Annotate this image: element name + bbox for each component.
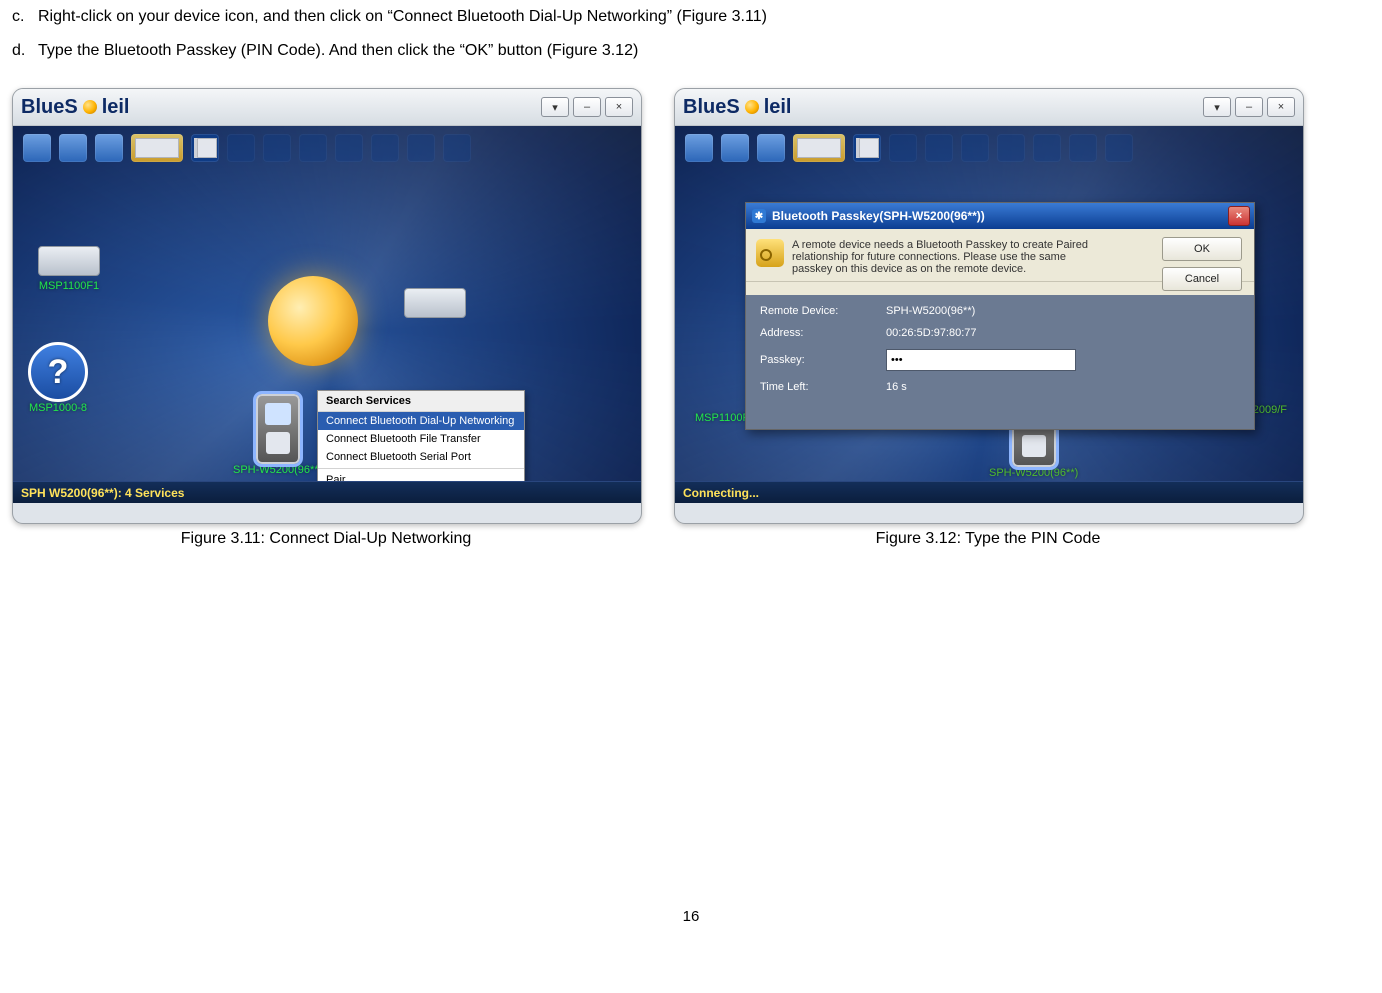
brand-text-pre: BlueS: [683, 96, 740, 119]
remote-device-msp-b[interactable]: ? MSP1000-8: [28, 342, 88, 414]
status-text: SPH W5200(96**): 4 Services: [21, 486, 184, 500]
brand-text-pre: BlueS: [21, 96, 78, 119]
remote-device-router[interactable]: [404, 288, 466, 322]
app-body: MSP1100F8 From-MSP_2009/F SPH-W5200(96**…: [675, 126, 1303, 503]
service-icon-12[interactable]: [1105, 134, 1133, 162]
local-device-sun[interactable]: [268, 276, 358, 366]
app-brand: BlueS leil: [21, 96, 129, 119]
service-icon-folder[interactable]: [131, 134, 183, 162]
service-icon-12[interactable]: [443, 134, 471, 162]
device-box-icon: [38, 246, 100, 276]
passkey-input[interactable]: [886, 349, 1076, 371]
remote-device-phone[interactable]: SPH-W5200(96**): [233, 394, 322, 476]
context-menu-header: Search Services: [318, 391, 524, 412]
ok-button[interactable]: OK: [1162, 237, 1242, 261]
service-icon-6[interactable]: [227, 134, 255, 162]
device-label: MSP1000-8: [29, 402, 87, 414]
title-bar: BlueS leil ▾ – ×: [675, 89, 1303, 126]
label-passkey: Passkey:: [760, 354, 860, 366]
window-close-button[interactable]: ×: [605, 97, 633, 117]
value-remote-device: SPH-W5200(96**): [886, 305, 975, 317]
brand-text-post: leil: [764, 96, 792, 119]
instruction-d-text: Type the Bluetooth Passkey (PIN Code). A…: [38, 42, 638, 60]
dialog-message-text: A remote device needs a Bluetooth Passke…: [792, 239, 1092, 275]
phone-icon: [256, 394, 300, 464]
passkey-dialog: ✱ Bluetooth Passkey(SPH-W5200(96**)) × A…: [745, 202, 1255, 430]
service-icon-11[interactable]: [407, 134, 435, 162]
instruction-d-marker: d.: [12, 42, 38, 60]
service-icon-10[interactable]: [371, 134, 399, 162]
device-label: SPH-W5200(96**): [989, 467, 1078, 479]
service-icon-2[interactable]: [721, 134, 749, 162]
service-icon-2[interactable]: [59, 134, 87, 162]
remote-device-msp-a[interactable]: MSP1100F1: [38, 246, 100, 292]
context-menu-separator: [318, 468, 524, 469]
device-label: MSP1100F1: [39, 280, 99, 292]
label-remote-device: Remote Device:: [760, 305, 860, 317]
service-icon-11[interactable]: [1069, 134, 1097, 162]
service-icon-1[interactable]: [23, 134, 51, 162]
context-menu-item-dun[interactable]: Connect Bluetooth Dial-Up Networking: [318, 412, 524, 430]
dialog-title-bar: ✱ Bluetooth Passkey(SPH-W5200(96**)) ×: [746, 203, 1254, 229]
service-icon-8[interactable]: [299, 134, 327, 162]
cancel-button[interactable]: Cancel: [1162, 267, 1242, 291]
dialog-form-area: Remote Device: SPH-W5200(96**) Address: …: [746, 295, 1254, 429]
service-icon-3[interactable]: [95, 134, 123, 162]
service-icon-8[interactable]: [961, 134, 989, 162]
device-label: SPH-W5200(96**): [233, 464, 322, 476]
instruction-c: c. Right-click on your device icon, and …: [12, 8, 1370, 26]
service-icon-3[interactable]: [757, 134, 785, 162]
window-pin-button[interactable]: ▾: [1203, 97, 1231, 117]
window-minimize-button[interactable]: –: [1235, 97, 1263, 117]
service-icon-documents[interactable]: [853, 134, 881, 162]
context-menu-item-spp[interactable]: Connect Bluetooth Serial Port: [318, 448, 524, 466]
service-icon-9[interactable]: [335, 134, 363, 162]
figure-312-caption: Figure 3.12: Type the PIN Code: [674, 530, 1302, 548]
service-icon-folder[interactable]: [793, 134, 845, 162]
key-icon: [756, 239, 784, 267]
instruction-d: d. Type the Bluetooth Passkey (PIN Code)…: [12, 42, 1370, 60]
dialog-close-button[interactable]: ×: [1228, 206, 1250, 226]
status-bar: SPH W5200(96**): 4 Services: [13, 481, 641, 503]
unknown-device-icon: ?: [28, 342, 88, 402]
status-bar: Connecting...: [675, 481, 1303, 503]
dialog-title-text: Bluetooth Passkey(SPH-W5200(96**)): [772, 209, 985, 223]
status-text: Connecting...: [683, 486, 759, 500]
app-body: MSP1100F1 ? MSP1000-8 SPH-W5200(96**): [13, 126, 641, 503]
service-toolbar: [23, 134, 471, 162]
brand-sun-icon: [83, 100, 97, 114]
service-toolbar: [685, 134, 1133, 162]
service-icon-6[interactable]: [889, 134, 917, 162]
service-icon-10[interactable]: [1033, 134, 1061, 162]
title-bar: BlueS leil ▾ – ×: [13, 89, 641, 126]
app-brand: BlueS leil: [683, 96, 791, 119]
window-close-button[interactable]: ×: [1267, 97, 1295, 117]
instruction-c-marker: c.: [12, 8, 38, 26]
page-number: 16: [12, 908, 1370, 925]
service-icon-7[interactable]: [263, 134, 291, 162]
value-time-left: 16 s: [886, 381, 907, 393]
figure-312-window: BlueS leil ▾ – ×: [674, 88, 1304, 524]
instruction-c-text: Right-click on your device icon, and the…: [38, 8, 767, 26]
context-menu-item-ftp[interactable]: Connect Bluetooth File Transfer: [318, 430, 524, 448]
figure-311-caption: Figure 3.11: Connect Dial-Up Networking: [12, 530, 640, 548]
service-icon-1[interactable]: [685, 134, 713, 162]
bluetooth-icon: ✱: [752, 209, 766, 223]
window-minimize-button[interactable]: –: [573, 97, 601, 117]
service-icon-7[interactable]: [925, 134, 953, 162]
value-address: 00:26:5D:97:80:77: [886, 327, 977, 339]
brand-sun-icon: [745, 100, 759, 114]
window-pin-button[interactable]: ▾: [541, 97, 569, 117]
service-icon-documents[interactable]: [191, 134, 219, 162]
label-time-left: Time Left:: [760, 381, 860, 393]
service-icon-9[interactable]: [997, 134, 1025, 162]
figure-311-window: BlueS leil ▾ – ×: [12, 88, 642, 524]
device-box-icon: [404, 288, 466, 318]
brand-text-post: leil: [102, 96, 130, 119]
label-address: Address:: [760, 327, 860, 339]
